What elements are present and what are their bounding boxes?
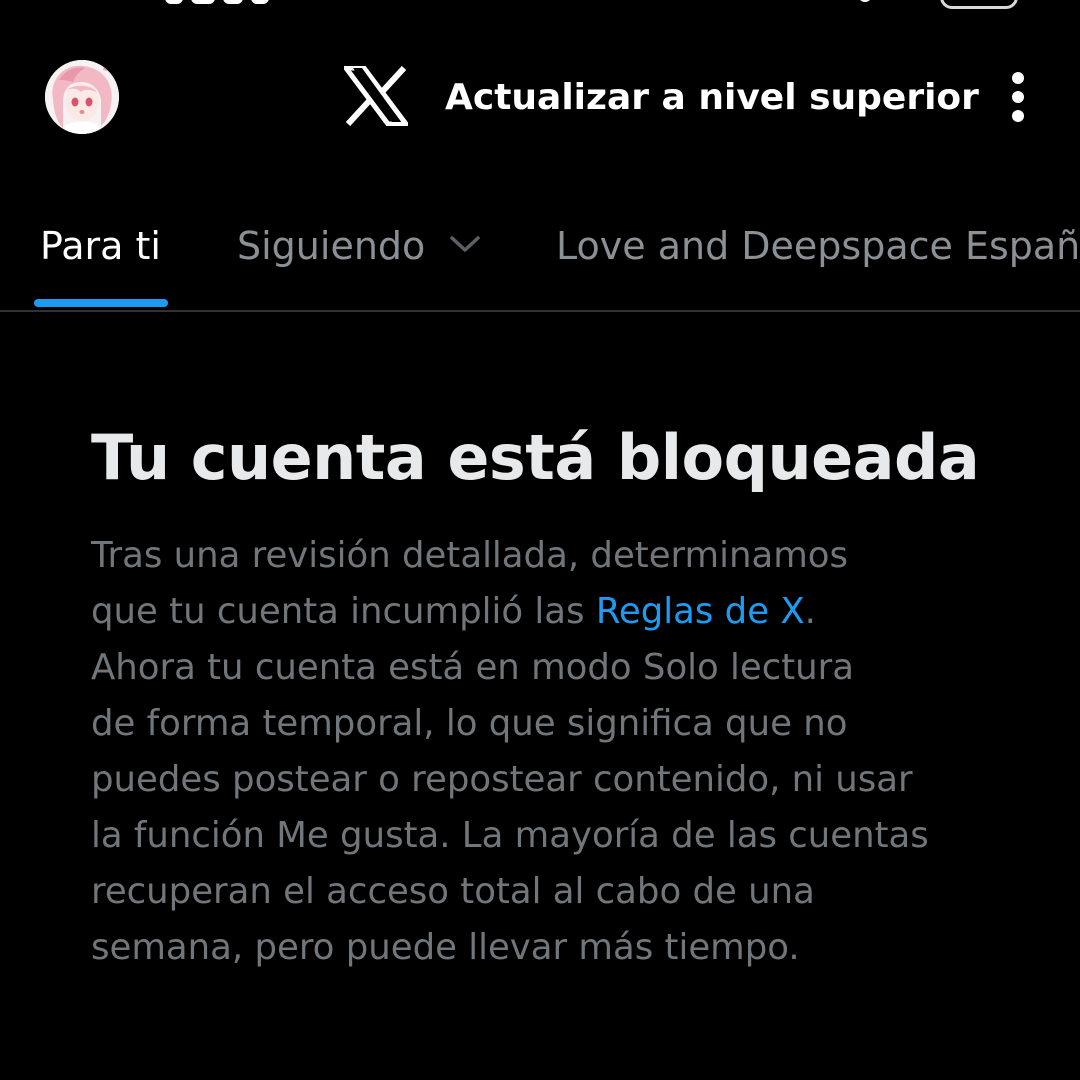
upgrade-premium-link[interactable]: Actualizar a nivel superior — [445, 73, 979, 123]
avatar-image — [45, 60, 119, 134]
notice-line: Ahora tu cuenta está en modo Solo lectur… — [91, 647, 855, 688]
chevron-down-icon[interactable] — [448, 233, 482, 255]
notice-body: Tras una revisión detallada, determinamo… — [91, 528, 1031, 976]
notice-title: Tu cuenta está bloqueada — [91, 421, 980, 494]
notice-line: semana, pero puede llevar más tiempo. — [91, 927, 800, 968]
tab-love-and-deepspace[interactable]: Love and Deepspace Españ — [556, 221, 1080, 271]
notice-line: puedes postear o repostear contenido, ni… — [91, 759, 913, 800]
notice-line: la función Me gusta. La mayoría de las c… — [91, 815, 929, 856]
notice-line-text: que tu cuenta incumplió las — [91, 591, 596, 632]
more-options-button[interactable] — [995, 66, 1041, 128]
notice-line: recuperan el acceso total al cabo de una — [91, 871, 815, 912]
notice-line: que tu cuenta incumplió las Reglas de X. — [91, 584, 1031, 640]
active-tab-indicator — [34, 299, 168, 307]
rules-link-suffix: . — [804, 591, 816, 632]
timeline-tabs: Para ti Siguiendo Love and Deepspace Esp… — [0, 195, 1080, 312]
x-logo-icon — [344, 66, 408, 126]
notice-line: de forma temporal, lo que significa que … — [91, 703, 848, 744]
avatar[interactable] — [45, 60, 119, 134]
tab-siguiendo[interactable]: Siguiendo — [237, 221, 425, 271]
top-app-bar: Actualizar a nivel superior — [0, 0, 1080, 190]
tab-para-ti[interactable]: Para ti — [40, 221, 161, 271]
rules-link[interactable]: Reglas de X — [596, 591, 805, 632]
notice-line: Tras una revisión detallada, determinamo… — [91, 535, 849, 576]
